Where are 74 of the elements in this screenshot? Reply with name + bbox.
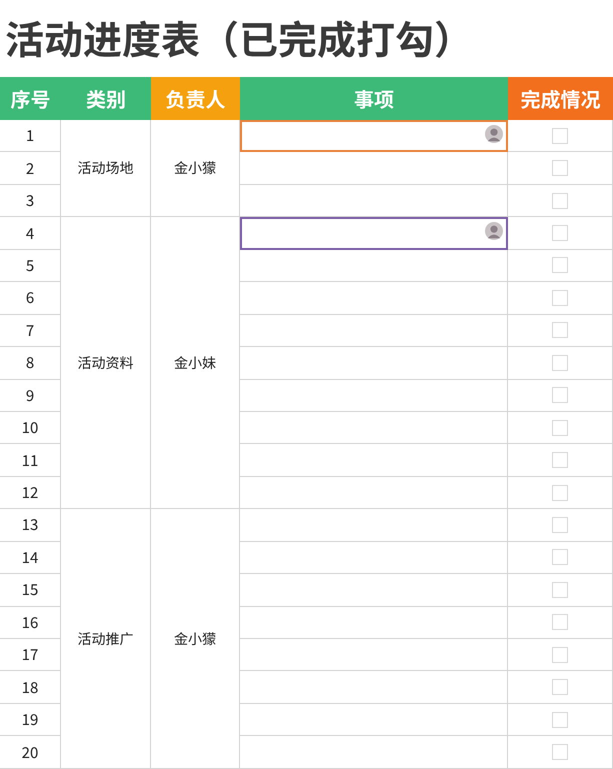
checkbox[interactable] [552,744,568,760]
row-number: 18 [0,671,61,704]
checkbox[interactable] [552,679,568,696]
item-cell[interactable] [240,347,508,380]
checkbox[interactable] [552,582,568,598]
checkbox[interactable] [552,128,568,144]
selected-cell[interactable] [240,217,508,250]
row-number: 6 [0,282,61,315]
row-number: 13 [0,509,61,542]
row-number: 14 [0,542,61,574]
row-number: 12 [0,476,61,510]
row-number: 1 [0,120,61,152]
item-cell[interactable] [240,152,508,185]
item-cell[interactable] [240,574,508,607]
item-cell[interactable] [240,671,508,704]
row-number: 16 [0,606,61,639]
checkbox[interactable] [552,452,568,468]
checkbox[interactable] [552,257,568,274]
avatar-icon [485,125,503,143]
item-cell[interactable] [240,250,508,282]
row-number: 10 [0,412,61,444]
column-header: 负责人 [151,77,240,120]
row-number: 3 [0,184,61,218]
row-number: 5 [0,250,61,282]
checkbox[interactable] [552,712,568,728]
avatar-icon [485,222,503,240]
row-number: 19 [0,704,61,736]
item-cell[interactable] [240,476,508,510]
checkbox[interactable] [552,614,568,630]
row-number: 9 [0,380,61,412]
item-cell[interactable] [240,542,508,574]
row-number: 7 [0,314,61,348]
column-header: 类别 [61,77,151,120]
item-cell[interactable] [240,606,508,639]
checkbox[interactable] [552,225,568,242]
checkbox[interactable] [552,387,568,404]
row-number: 11 [0,444,61,477]
row-number: 4 [0,217,61,250]
column-header: 序号 [0,77,61,120]
category-cell: 活动推广 [61,509,151,769]
item-cell[interactable] [240,184,508,218]
checkbox[interactable] [552,484,568,501]
checkbox[interactable] [552,192,568,209]
owner-cell: 金小獴 [151,509,240,769]
checkbox[interactable] [552,646,568,663]
owner-cell: 金小獴 [151,120,240,218]
item-cell[interactable] [240,314,508,348]
column-header: 完成情况 [508,77,613,120]
category-cell: 活动资料 [61,217,151,510]
checkbox[interactable] [552,160,568,176]
checkbox[interactable] [552,354,568,371]
item-cell[interactable] [240,412,508,444]
column-header: 事项 [240,77,508,120]
row-number: 17 [0,639,61,672]
checkbox[interactable] [552,290,568,306]
item-cell[interactable] [240,380,508,412]
checkbox[interactable] [552,322,568,338]
checkbox[interactable] [552,516,568,533]
sheet-title: 活动进度表（已完成打勾） [4,9,474,68]
category-cell: 活动场地 [61,120,151,218]
item-cell[interactable] [240,282,508,315]
selected-cell[interactable] [240,120,508,152]
item-cell[interactable] [240,639,508,672]
row-number: 2 [0,152,61,185]
item-cell[interactable] [240,509,508,542]
checkbox[interactable] [552,420,568,436]
owner-cell: 金小妹 [151,217,240,510]
item-cell[interactable] [240,444,508,477]
row-number: 20 [0,736,61,769]
item-cell[interactable] [240,704,508,736]
row-number: 15 [0,574,61,607]
item-cell[interactable] [240,736,508,769]
checkbox[interactable] [552,549,568,566]
row-number: 8 [0,347,61,380]
